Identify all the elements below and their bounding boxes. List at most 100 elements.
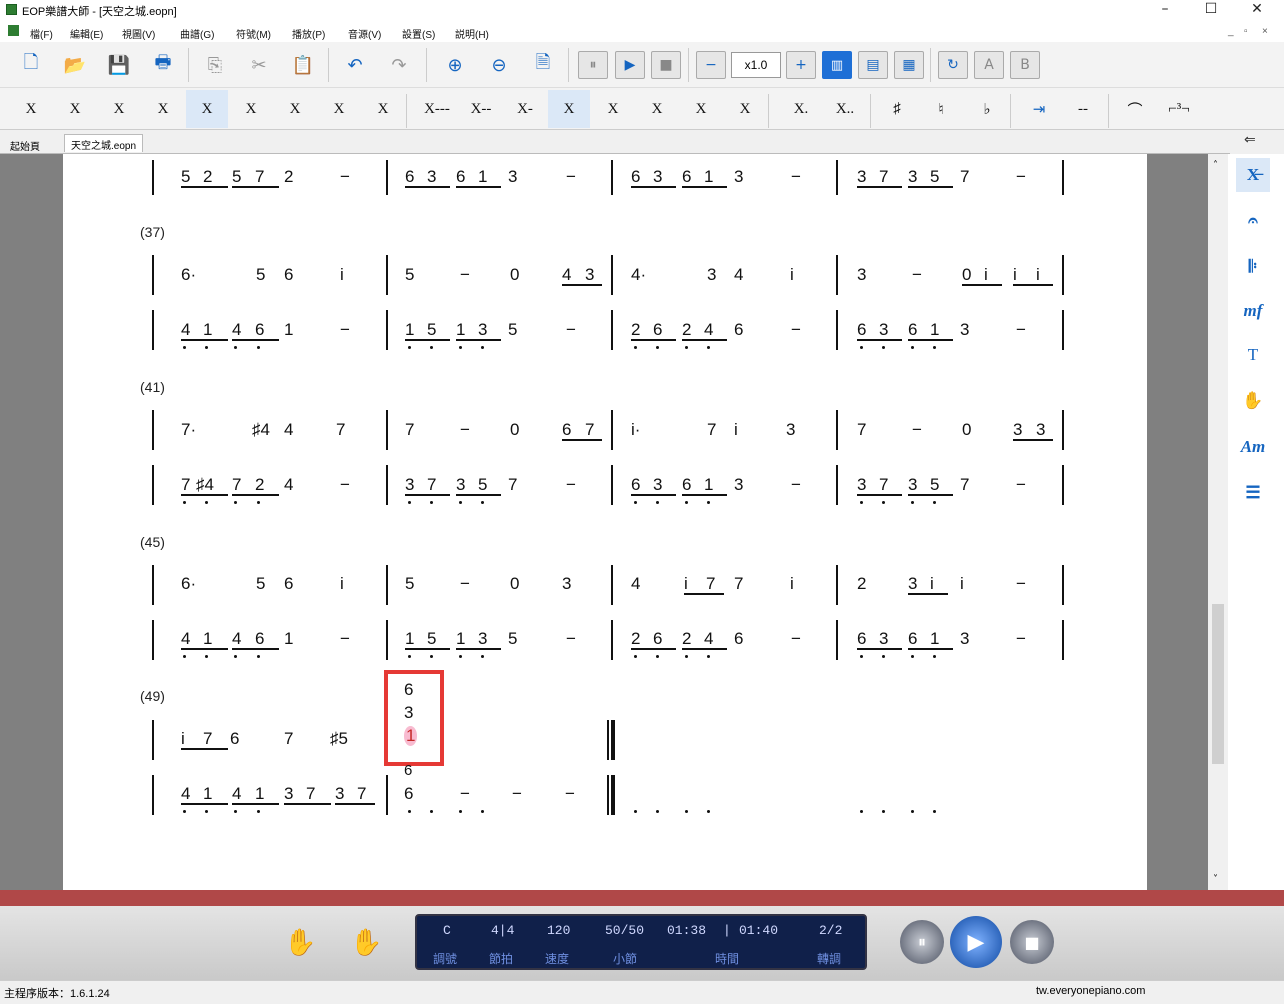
octave-dot bbox=[634, 655, 637, 658]
player-play-button[interactable]: ▶ bbox=[950, 916, 1002, 968]
note-edit-icon[interactable]: X̶ bbox=[1236, 158, 1270, 192]
print-icon[interactable]: 🖶 bbox=[148, 50, 178, 80]
menu-edit[interactable]: 編輯(E) bbox=[70, 26, 103, 41]
layout-icon[interactable]: ▦ bbox=[894, 51, 924, 79]
scrollbar-thumb[interactable] bbox=[1212, 604, 1224, 764]
menu-play[interactable]: 播放(P) bbox=[292, 26, 325, 41]
player-stop-button[interactable]: ■ bbox=[1010, 920, 1054, 964]
note-tool-dots-low1[interactable]: X bbox=[98, 90, 140, 128]
collapse-panel-icon[interactable]: ⇐ bbox=[1244, 132, 1256, 148]
note-tool-low[interactable]: X bbox=[142, 90, 184, 128]
chord-am-icon[interactable]: Am bbox=[1236, 430, 1270, 464]
play-icon[interactable]: ▶ bbox=[615, 51, 645, 79]
menu-symbol[interactable]: 符號(M) bbox=[236, 26, 271, 41]
menu-help[interactable]: 説明(H) bbox=[455, 26, 489, 41]
menu-settings[interactable]: 設置(S) bbox=[402, 26, 435, 41]
mdi-minimize-icon[interactable]: _ bbox=[1228, 26, 1234, 37]
stop-icon[interactable]: ■ bbox=[651, 51, 681, 79]
close-button[interactable]: ✕ bbox=[1234, 0, 1280, 20]
maximize-button[interactable]: ☐ bbox=[1188, 0, 1234, 20]
note-tool-high1[interactable]: X bbox=[230, 90, 272, 128]
tab-start-page[interactable]: 起始頁 bbox=[4, 136, 46, 154]
note-tool-quarter[interactable]: X bbox=[548, 90, 590, 128]
minimize-button[interactable]: – bbox=[1142, 0, 1188, 20]
redo-icon[interactable]: ↷ bbox=[384, 50, 414, 80]
score-note: 6 bbox=[857, 629, 867, 648]
natural-button[interactable]: ♮ bbox=[920, 90, 962, 128]
note-tool-64th[interactable]: X bbox=[724, 90, 766, 128]
mdi-close-icon[interactable]: × bbox=[1262, 26, 1268, 37]
slur-icon[interactable]: ⌒ bbox=[1114, 90, 1156, 128]
cut-icon[interactable]: ✂ bbox=[244, 50, 274, 80]
new-file-icon[interactable]: 🗋 bbox=[16, 50, 46, 80]
fit-page-icon[interactable]: 🗎 bbox=[528, 50, 558, 80]
note-tool-high2[interactable]: X bbox=[274, 90, 316, 128]
open-folder-icon[interactable]: 📂 bbox=[60, 50, 90, 80]
undo-icon[interactable]: ↶ bbox=[340, 50, 370, 80]
mdi-restore-icon[interactable]: ▫ bbox=[1244, 26, 1248, 37]
score-note: 1 bbox=[405, 320, 415, 339]
note-tool-sixteenth[interactable]: X bbox=[636, 90, 678, 128]
score-note: − bbox=[912, 420, 922, 439]
score-note: − bbox=[912, 265, 922, 284]
player-pause-button[interactable]: ⏸ bbox=[900, 920, 944, 964]
vertical-scrollbar[interactable]: ˄ ˅ bbox=[1208, 154, 1228, 890]
score-note: 3 bbox=[857, 265, 867, 284]
note-tool-32nd[interactable]: X bbox=[680, 90, 722, 128]
flat-button[interactable]: ♭ bbox=[966, 90, 1008, 128]
save-icon[interactable]: 💾 bbox=[104, 50, 134, 80]
menu-sound[interactable]: 音源(V) bbox=[348, 26, 381, 41]
score-note: 6 bbox=[653, 629, 663, 648]
octave-dot bbox=[685, 810, 688, 813]
rest-dash-icon[interactable]: ‐‐ bbox=[1062, 90, 1104, 128]
score-note: 7 bbox=[706, 574, 716, 593]
lyrics-list-icon[interactable]: ☰ bbox=[1236, 476, 1270, 510]
fermata-icon[interactable]: 𝄐 bbox=[1236, 204, 1270, 238]
note-tool-half[interactable]: X- bbox=[504, 90, 546, 128]
a-icon[interactable]: A bbox=[974, 51, 1004, 79]
note-tool-dots-low2[interactable]: X bbox=[54, 90, 96, 128]
copy-icon[interactable]: ⎘ bbox=[200, 50, 230, 80]
tempo-minus-button[interactable]: − bbox=[696, 51, 726, 79]
b-icon[interactable]: B bbox=[1010, 51, 1040, 79]
pause-icon[interactable]: ⏸ bbox=[578, 51, 608, 79]
score-note: 1 bbox=[456, 320, 466, 339]
fingering-hand-icon[interactable]: ✋ bbox=[1236, 384, 1270, 418]
score-note: i bbox=[1036, 265, 1040, 284]
scroll-up-icon[interactable]: ˄ bbox=[1213, 160, 1218, 171]
left-hand-icon[interactable]: ✋ bbox=[284, 928, 316, 958]
note-tool-whole[interactable]: X--- bbox=[416, 90, 458, 128]
zoom-in-icon[interactable]: ⊕ bbox=[440, 50, 470, 80]
tempo-plus-button[interactable]: + bbox=[786, 51, 816, 79]
zoom-out-icon[interactable]: ⊖ bbox=[484, 50, 514, 80]
scroll-down-icon[interactable]: ˅ bbox=[1213, 874, 1218, 885]
note-tool-dotted-half[interactable]: X-- bbox=[460, 90, 502, 128]
paste-icon[interactable]: 📋 bbox=[288, 50, 318, 80]
menu-file[interactable]: 檔(F) bbox=[30, 26, 53, 41]
keyboard-icon[interactable]: ▥ bbox=[822, 51, 852, 79]
note-tool-eighth[interactable]: X bbox=[592, 90, 634, 128]
beam-line bbox=[682, 648, 727, 650]
menu-view[interactable]: 視圖(V) bbox=[122, 26, 155, 41]
note-tool-high3[interactable]: X bbox=[318, 90, 360, 128]
sharp-button[interactable]: ♯ bbox=[876, 90, 918, 128]
tie-tool-icon[interactable]: ⇥ bbox=[1018, 90, 1060, 128]
transpose-icon[interactable]: ↻ bbox=[938, 51, 968, 79]
menu-score[interactable]: 曲譜(G) bbox=[180, 26, 214, 41]
dynamics-mf-icon[interactable]: mf bbox=[1236, 294, 1270, 328]
triplet-icon[interactable]: ⌐³¬ bbox=[1158, 90, 1200, 128]
note-tool-dot[interactable]: X. bbox=[780, 90, 822, 128]
note-tool-normal[interactable]: X bbox=[186, 90, 228, 128]
right-hand-icon[interactable]: ✋ bbox=[350, 928, 382, 958]
note-tool-dots-low3[interactable]: X bbox=[10, 90, 52, 128]
timeline-ruler[interactable] bbox=[0, 890, 1284, 906]
note-tool-double-dot[interactable]: X.. bbox=[824, 90, 866, 128]
piano-roll-icon[interactable]: ▤ bbox=[858, 51, 888, 79]
score-note: − bbox=[340, 167, 350, 186]
score-note: − bbox=[1016, 629, 1026, 648]
text-icon[interactable]: T bbox=[1236, 338, 1270, 372]
beam-line bbox=[631, 648, 676, 650]
tab-score-file[interactable]: 天空之城.eopn bbox=[64, 134, 144, 152]
note-tool-high4[interactable]: X bbox=[362, 90, 404, 128]
repeat-icon[interactable]: 𝄆 bbox=[1236, 250, 1270, 284]
